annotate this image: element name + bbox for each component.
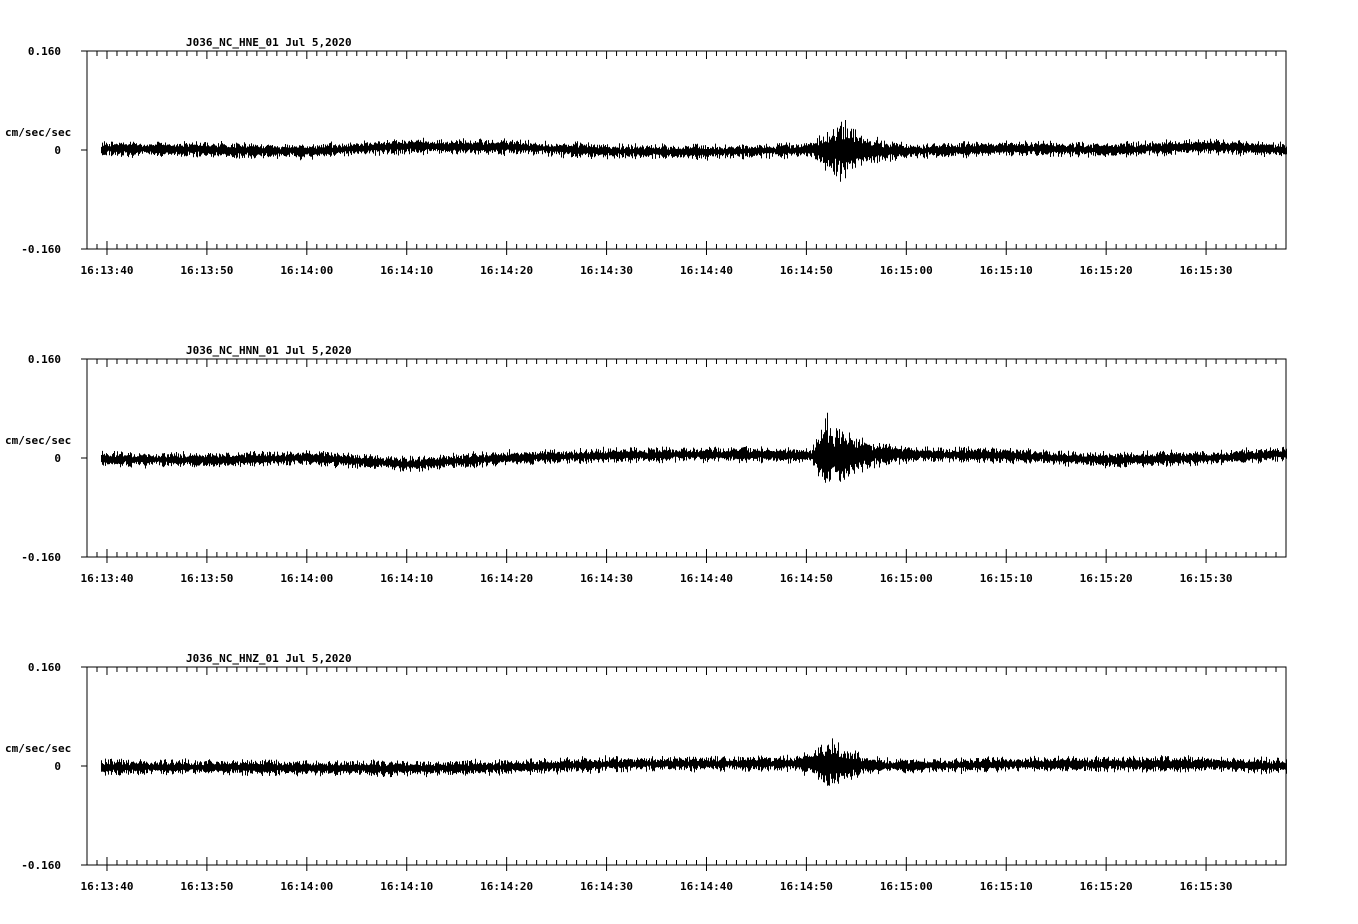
x-tick-label: 16:14:10 [380,264,433,277]
panel-2: 0.160 0 -0.160 cm/sec/sec J036_NC_HNN_01 Jul… [5,344,1287,585]
x-tick-label: 16:14:50 [780,264,833,277]
waveform-trace [101,738,1287,786]
x-tick-label: 16:15:10 [980,880,1033,893]
x-tick-label: 16:15:30 [1180,572,1233,585]
x-tick-label: 16:15:00 [880,880,933,893]
x-tick-label: 16:14:40 [680,264,733,277]
y-tick-label: 0 [54,760,61,773]
x-tick-label: 16:15:30 [1180,880,1233,893]
x-tick-label: 16:14:20 [480,572,533,585]
x-tick-label: 16:14:00 [280,572,333,585]
y-tick-label: 0.160 [28,661,61,674]
y-axis-label: cm/sec/sec [5,126,71,139]
y-axis-label: cm/sec/sec [5,742,71,755]
x-tick-label: 16:14:10 [380,572,433,585]
x-tick-label: 16:14:30 [580,572,633,585]
y-tick-label: -0.160 [21,551,61,564]
panel-title: J036_NC_HNZ_01 Jul 5,2020 [186,652,352,665]
waveform-trace [101,120,1287,182]
y-axis-label: cm/sec/sec [5,434,71,447]
x-tick-label: 16:15:20 [1080,880,1133,893]
x-tick-label: 16:14:30 [580,880,633,893]
x-tick-label: 16:14:20 [480,264,533,277]
y-tick-label: 0.160 [28,45,61,58]
x-tick-label: 16:14:50 [780,880,833,893]
x-tick-label: 16:14:50 [780,572,833,585]
waveform-trace [101,412,1287,483]
panel-title: J036_NC_HNE_01 Jul 5,2020 [186,36,352,49]
x-tick-label: 16:14:20 [480,880,533,893]
seismogram-chart: 0.160 0 -0.160 cm/sec/sec J036_NC_HNE_01 Jul… [5,36,1287,893]
x-tick-label: 16:15:00 [880,264,933,277]
panel-3: 0.160 0 -0.160 cm/sec/sec J036_NC_HNZ_01 Jul… [5,652,1287,893]
panel-title: J036_NC_HNN_01 Jul 5,2020 [186,344,352,357]
x-tick-label: 16:15:30 [1180,264,1233,277]
y-tick-label: 0 [54,144,61,157]
y-tick-label: 0.160 [28,353,61,366]
x-tick-label: 16:14:10 [380,880,433,893]
x-tick-label: 16:13:50 [180,264,233,277]
x-tick-label: 16:15:10 [980,572,1033,585]
x-tick-label: 16:14:00 [280,880,333,893]
x-tick-label: 16:14:40 [680,572,733,585]
x-tick-label: 16:15:20 [1080,264,1133,277]
x-tick-label: 16:13:40 [80,880,133,893]
y-tick-label: -0.160 [21,243,61,256]
x-tick-label: 16:14:30 [580,264,633,277]
x-tick-label: 16:13:40 [80,264,133,277]
x-tick-label: 16:14:40 [680,880,733,893]
x-tick-label: 16:15:20 [1080,572,1133,585]
x-tick-label: 16:15:10 [980,264,1033,277]
y-tick-label: 0 [54,452,61,465]
x-tick-label: 16:15:00 [880,572,933,585]
x-tick-label: 16:13:50 [180,880,233,893]
x-tick-label: 16:13:40 [80,572,133,585]
panel-1: 0.160 0 -0.160 cm/sec/sec J036_NC_HNE_01 Jul… [5,36,1287,277]
x-tick-label: 16:14:00 [280,264,333,277]
x-tick-label: 16:13:50 [180,572,233,585]
y-tick-label: -0.160 [21,859,61,872]
